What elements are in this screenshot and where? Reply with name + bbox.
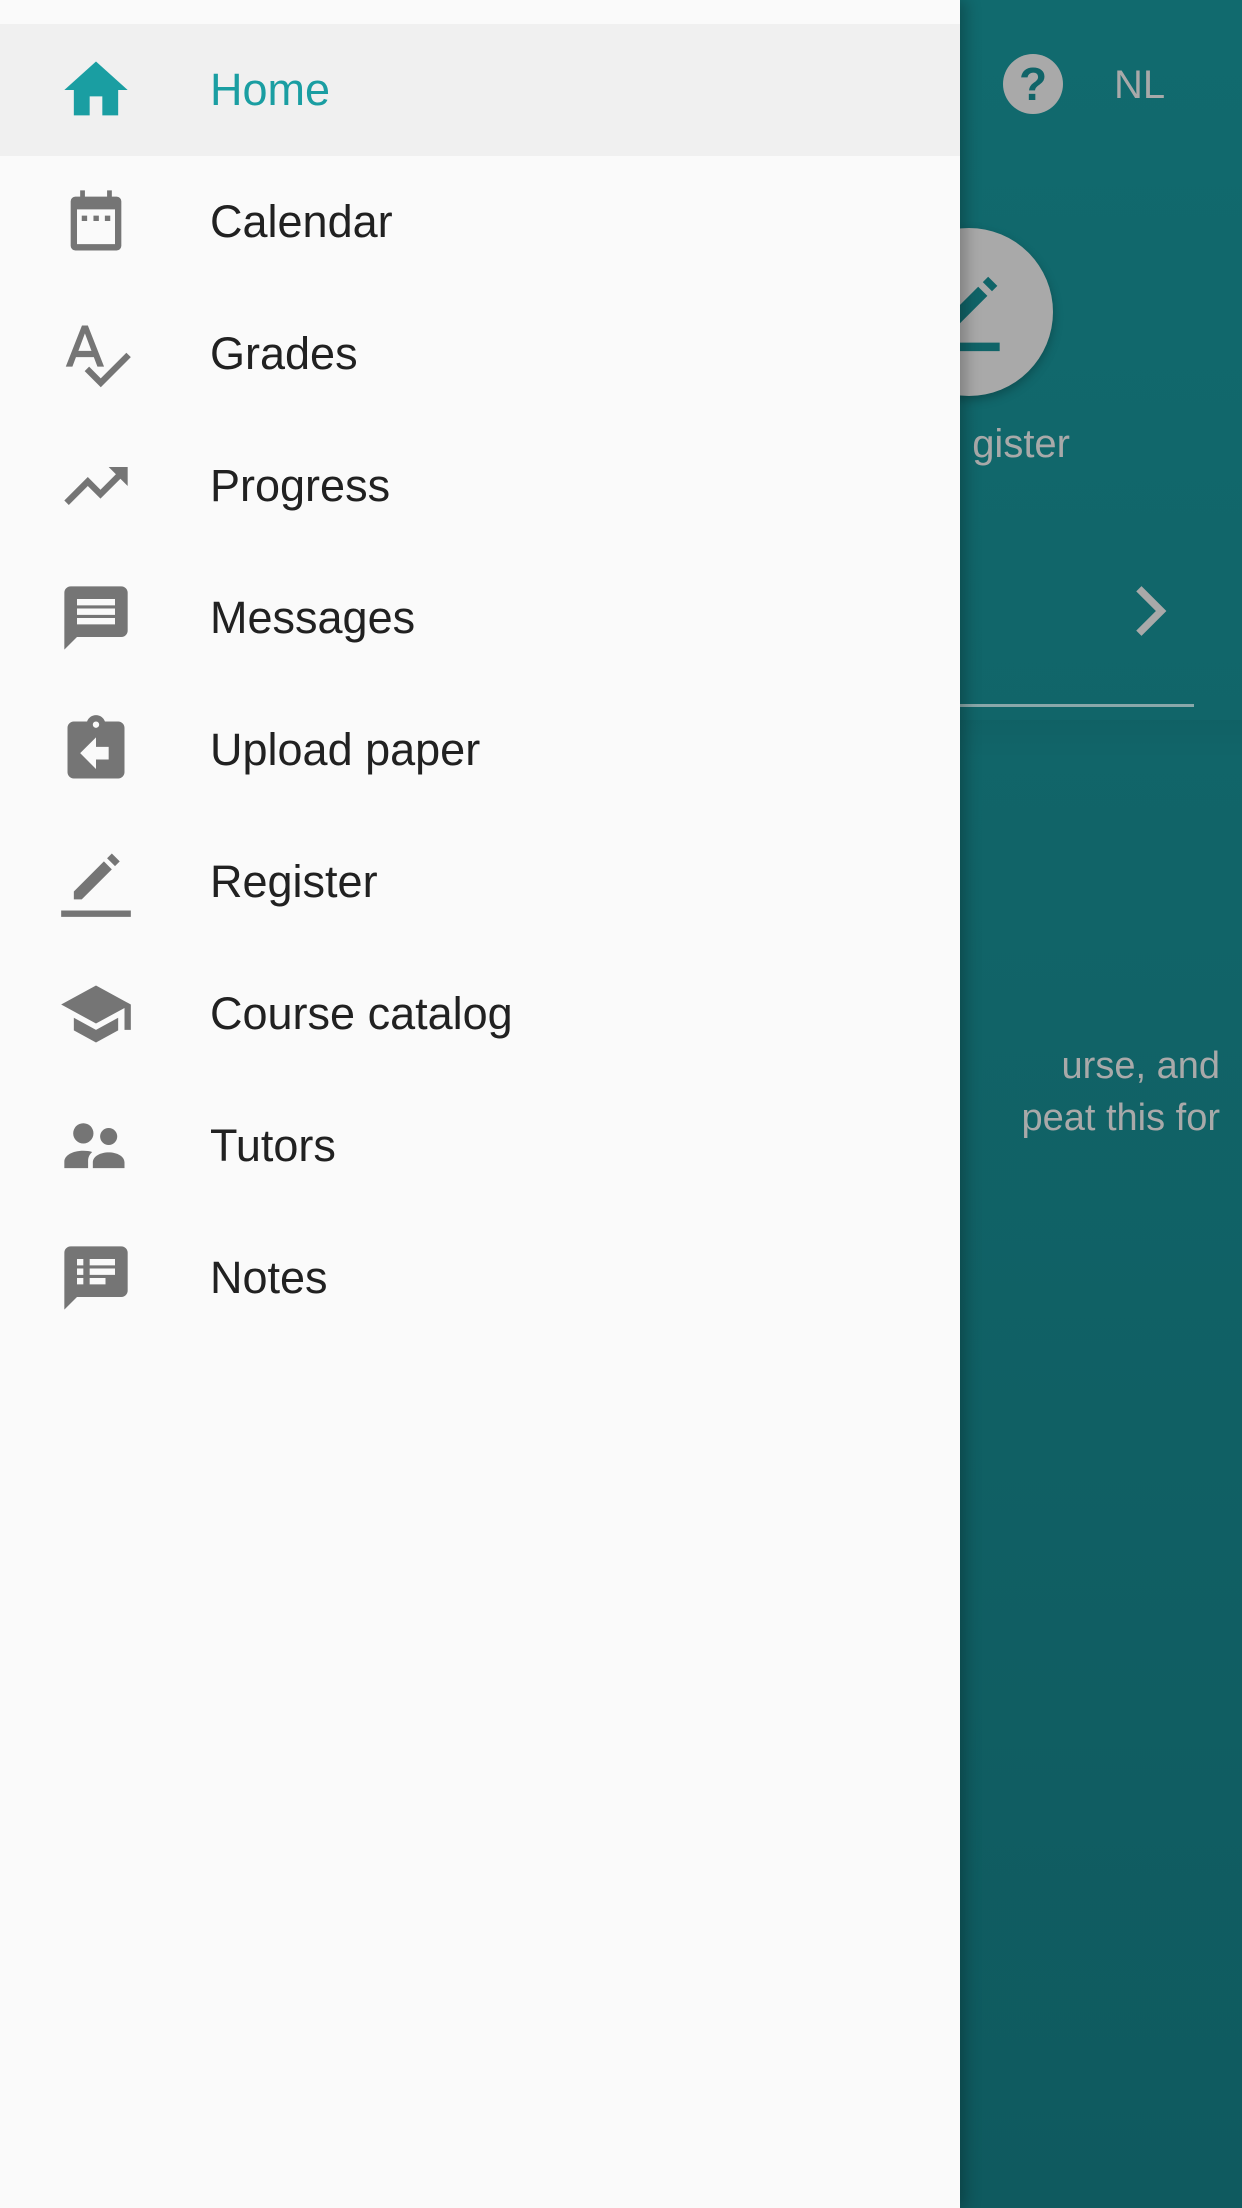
nav-item-register[interactable]: Register: [0, 816, 960, 948]
nav-label: Progress: [210, 460, 391, 511]
navigation-drawer: Home Calendar Grades Progress Messages U…: [0, 0, 960, 2208]
nav-item-home[interactable]: Home: [0, 24, 960, 156]
calendar-icon: [56, 189, 136, 255]
nav-label: Notes: [210, 1252, 328, 1303]
nav-label: Grades: [210, 328, 358, 379]
nav-label: Upload paper: [210, 724, 481, 775]
nav-label: Messages: [210, 592, 416, 643]
trending-up-icon: [56, 453, 136, 519]
nav-label: Home: [210, 64, 331, 115]
nav-label: Course catalog: [210, 988, 513, 1039]
home-icon: [56, 57, 136, 123]
nav-list: Home Calendar Grades Progress Messages U…: [0, 24, 960, 1344]
nav-label: Tutors: [210, 1120, 336, 1171]
nav-item-course-catalog[interactable]: Course catalog: [0, 948, 960, 1080]
speaker-notes-icon: [56, 1245, 136, 1311]
school-icon: [56, 981, 136, 1047]
message-icon: [56, 585, 136, 651]
nav-item-messages[interactable]: Messages: [0, 552, 960, 684]
nav-item-upload-paper[interactable]: Upload paper: [0, 684, 960, 816]
nav-item-tutors[interactable]: Tutors: [0, 1080, 960, 1212]
edit-underline-icon: [56, 849, 136, 917]
nav-label: Calendar: [210, 196, 393, 247]
nav-item-calendar[interactable]: Calendar: [0, 156, 960, 288]
spellcheck-icon: [56, 321, 136, 388]
assignment-return-icon: [56, 715, 136, 783]
help-icon[interactable]: ?: [1003, 54, 1063, 114]
nav-label: Register: [210, 856, 378, 907]
nav-item-grades[interactable]: Grades: [0, 288, 960, 420]
people-icon: [56, 1113, 136, 1179]
nav-item-progress[interactable]: Progress: [0, 420, 960, 552]
language-toggle[interactable]: NL: [1114, 62, 1165, 108]
nav-item-notes[interactable]: Notes: [0, 1212, 960, 1344]
chevron-right-icon[interactable]: [1130, 585, 1170, 637]
